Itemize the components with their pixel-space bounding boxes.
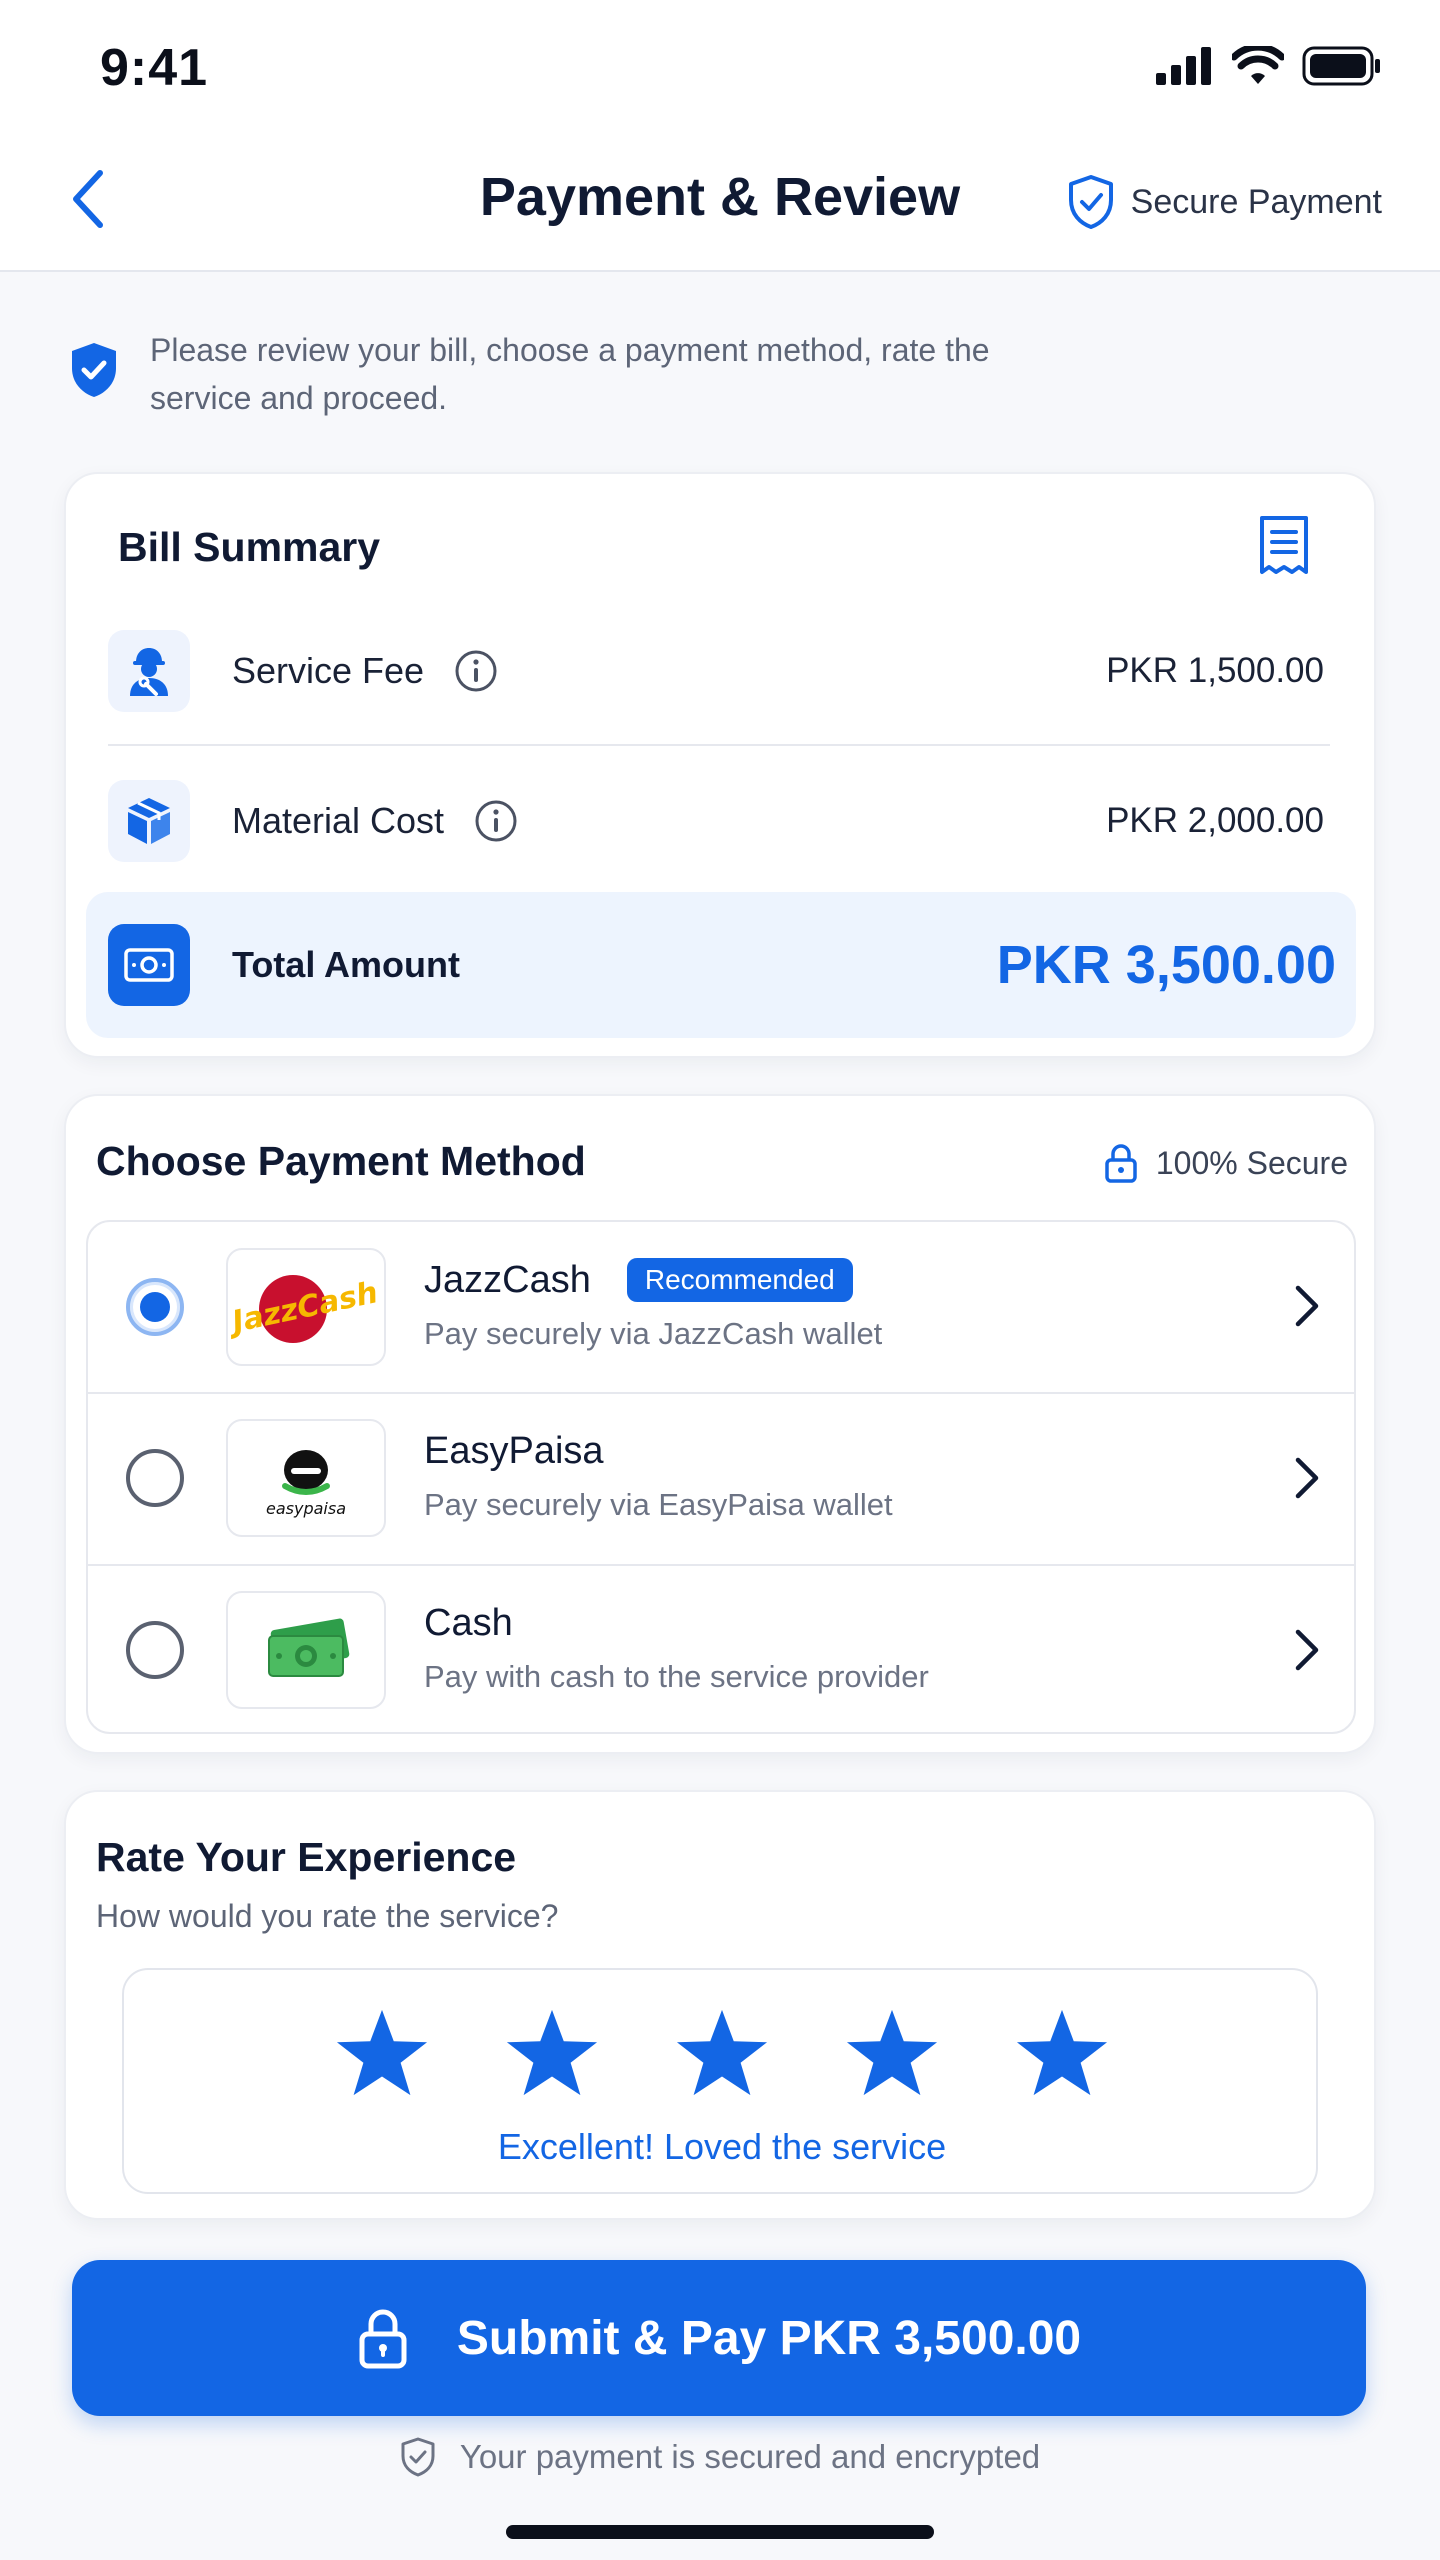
box-icon — [108, 780, 190, 862]
payment-option-cash[interactable]: Cash Pay with cash to the service provid… — [88, 1564, 1354, 1732]
shield-check-icon — [1068, 175, 1113, 229]
submit-pay-button[interactable]: Submit & Pay PKR 3,500.00 — [72, 2260, 1366, 2416]
payment-review-screen: 9:41 Payment & Review Secure Payment Ple… — [0, 0, 1440, 2560]
star-5-icon[interactable] — [1013, 2006, 1111, 2100]
material-cost-label: Material Cost — [232, 800, 445, 841]
chevron-right-icon — [1295, 1285, 1319, 1327]
bill-summary-card: Bill Summary Service Fee PKR 1,500.00 Ma… — [64, 472, 1376, 1058]
easypaisa-logo: easypaisa — [226, 1419, 386, 1537]
lock-icon — [1105, 1144, 1137, 1183]
top-navigation-bar: Payment & Review Secure Payment — [0, 130, 1440, 272]
recommended-badge: Recommended — [626, 1258, 853, 1302]
star-4-icon[interactable] — [843, 2006, 941, 2100]
lock-icon — [359, 2309, 407, 2369]
shield-check-filled-icon — [72, 343, 116, 397]
cash-name: Cash — [424, 1602, 513, 1644]
easypaisa-logo-text: easypaisa — [266, 1499, 346, 1518]
banknotes-icon — [268, 1618, 350, 1677]
receipt-button[interactable] — [1256, 514, 1312, 581]
cash-icon — [108, 924, 190, 1006]
jazzcash-name: JazzCash — [424, 1258, 591, 1301]
easypaisa-description: Pay securely via EasyPaisa wallet — [424, 1487, 893, 1522]
review-notice: Please review your bill, choose a paymen… — [68, 326, 1010, 422]
service-fee-label: Service Fee — [232, 650, 425, 691]
chevron-right-icon — [1295, 1629, 1319, 1671]
material-cost-info-button[interactable] — [474, 799, 518, 843]
service-fee-row: Service Fee PKR 1,500.00 — [108, 606, 1332, 736]
material-cost-amount: PKR 2,000.00 — [1106, 801, 1324, 840]
status-time: 9:41 — [100, 39, 209, 97]
bill-summary-title: Bill Summary — [118, 524, 381, 570]
rating-card: Rate Your Experience How would you rate … — [64, 1790, 1376, 2220]
divider — [108, 744, 1330, 746]
chevron-right-icon — [1295, 1457, 1319, 1499]
info-icon — [475, 800, 517, 842]
cash-description: Pay with cash to the service provider — [424, 1659, 929, 1694]
cash-radio[interactable] — [126, 1621, 184, 1679]
easypaisa-details: EasyPaisa Pay securely via EasyPaisa wal… — [424, 1430, 893, 1523]
service-fee-info-button[interactable] — [454, 649, 498, 693]
star-1-icon[interactable] — [333, 2006, 431, 2100]
payment-method-title: Choose Payment Method — [96, 1138, 586, 1184]
secure-payment-badge: Secure Payment — [1067, 174, 1382, 230]
payment-methods-list: JazzCash JazzCash Recommended Pay secure… — [86, 1220, 1356, 1734]
battery-icon — [1302, 46, 1380, 86]
jazzcash-radio[interactable] — [126, 1278, 184, 1336]
total-amount-value: PKR 3,500.00 — [996, 935, 1336, 995]
easypaisa-name: EasyPaisa — [424, 1430, 604, 1472]
easypaisa-radio[interactable] — [126, 1449, 184, 1507]
total-amount-label: Total Amount — [232, 944, 460, 985]
material-cost-row: Material Cost PKR 2,000.00 — [108, 756, 1332, 886]
cash-details: Cash Pay with cash to the service provid… — [424, 1602, 929, 1695]
jazzcash-logo: JazzCash — [226, 1248, 386, 1366]
cellular-signal-icon — [1156, 47, 1211, 85]
star-rating-box: Excellent! Loved the service — [122, 1968, 1318, 2194]
wifi-icon — [1232, 46, 1284, 84]
cash-logo — [226, 1591, 386, 1709]
submit-pay-label: Submit & Pay PKR 3,500.00 — [456, 2311, 1082, 2365]
star-rating — [124, 2006, 1320, 2100]
rating-title: Rate Your Experience — [96, 1834, 517, 1880]
review-notice-text: Please review your bill, choose a paymen… — [150, 332, 990, 416]
rating-caption: Excellent! Loved the service — [497, 2126, 947, 2167]
secured-note-text: Your payment is secured and encrypted — [459, 2438, 1041, 2475]
info-icon — [455, 650, 497, 692]
jazzcash-details: JazzCash Recommended Pay securely via Ja… — [424, 1258, 882, 1352]
total-amount-row: Total Amount PKR 3,500.00 — [86, 892, 1356, 1038]
secured-note: Your payment is secured and encrypted — [0, 2436, 1440, 2478]
star-2-icon[interactable] — [503, 2006, 601, 2100]
shield-check-icon — [401, 2437, 435, 2477]
secure-payment-label: Secure Payment — [1130, 182, 1382, 221]
star-3-icon[interactable] — [673, 2006, 771, 2100]
secure-indicator-label: 100% Secure — [1155, 1144, 1348, 1181]
service-fee-amount: PKR 1,500.00 — [1106, 651, 1324, 690]
status-icons — [1156, 44, 1382, 88]
payment-option-jazzcash[interactable]: JazzCash JazzCash Recommended Pay secure… — [88, 1222, 1354, 1392]
rating-subtitle: How would you rate the service? — [96, 1898, 559, 1934]
payment-method-card: Choose Payment Method 100% Secure JazzCa… — [64, 1094, 1376, 1754]
status-bar: 9:41 — [0, 0, 1440, 130]
jazzcash-description: Pay securely via JazzCash wallet — [424, 1316, 883, 1351]
secure-indicator: 100% Secure — [1104, 1142, 1348, 1184]
receipt-icon — [1260, 516, 1308, 574]
home-indicator[interactable] — [506, 2525, 934, 2539]
technician-icon — [108, 630, 190, 712]
payment-option-easypaisa[interactable]: easypaisa EasyPaisa Pay securely via Eas… — [88, 1392, 1354, 1562]
